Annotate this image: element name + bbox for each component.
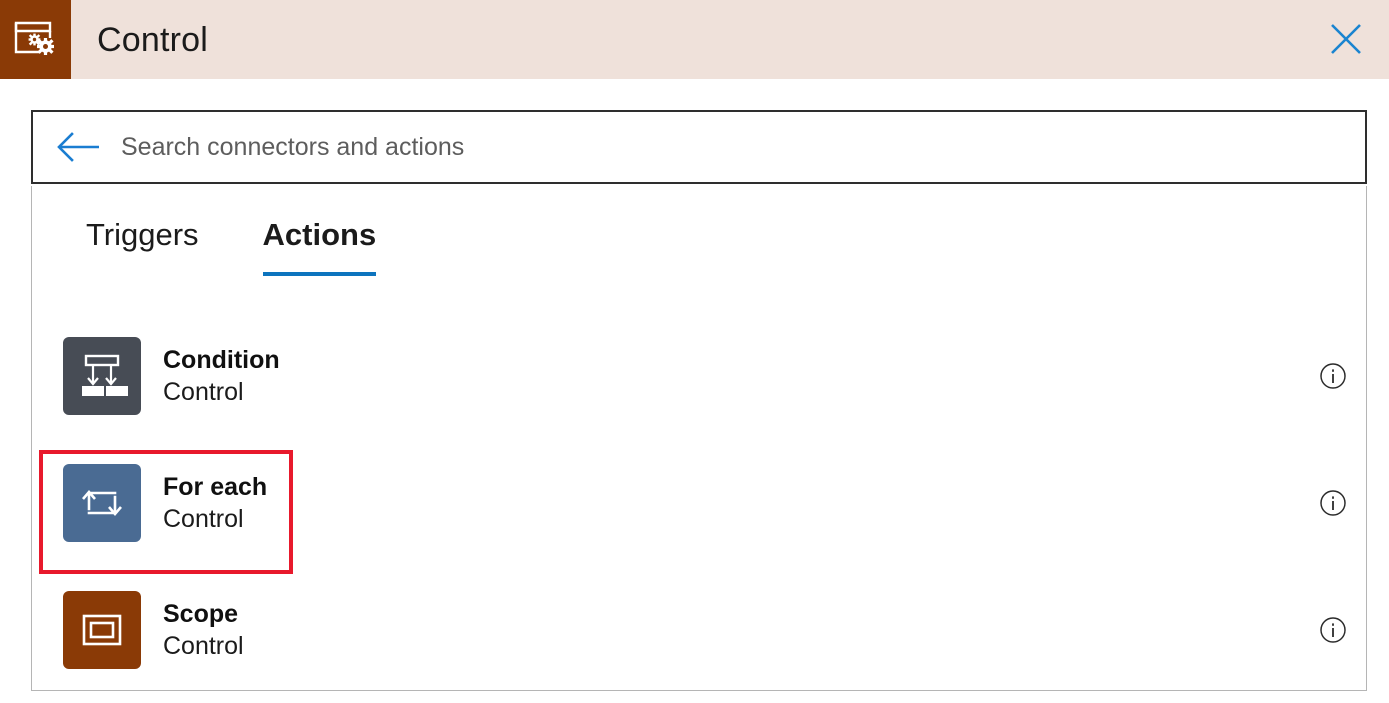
search-input[interactable] (121, 127, 1365, 167)
action-title: For each (163, 471, 267, 503)
action-subtitle: Control (163, 376, 280, 408)
info-icon[interactable] (1316, 613, 1350, 647)
action-text-condition: Condition Control (163, 344, 280, 408)
search-bar[interactable] (31, 110, 1367, 184)
for-each-loop-icon (63, 464, 141, 542)
close-icon[interactable] (1315, 8, 1377, 70)
info-icon[interactable] (1316, 359, 1350, 393)
action-row-scope[interactable]: Scope Control (32, 566, 1366, 691)
tab-actions[interactable]: Actions (263, 219, 377, 276)
control-connector-icon (0, 0, 71, 79)
condition-icon (63, 337, 141, 415)
action-text-for-each: For each Control (163, 471, 267, 535)
tab-actions-label: Actions (263, 217, 377, 252)
action-title: Scope (163, 598, 244, 630)
back-arrow-icon[interactable] (55, 131, 101, 163)
tab-triggers[interactable]: Triggers (86, 219, 199, 276)
connector-content-panel: Triggers Actions Condition (31, 186, 1367, 691)
tab-list: Triggers Actions (86, 219, 440, 276)
actions-list: Condition Control (32, 312, 1366, 691)
action-text-scope: Scope Control (163, 598, 244, 662)
dialog-header: Control (0, 0, 1389, 79)
action-subtitle: Control (163, 630, 244, 662)
scope-icon (63, 591, 141, 669)
tab-triggers-label: Triggers (86, 217, 199, 252)
action-row-condition[interactable]: Condition Control (32, 312, 1366, 439)
tab-active-indicator (263, 272, 377, 276)
page-title: Control (97, 23, 208, 57)
info-icon[interactable] (1316, 486, 1350, 520)
action-title: Condition (163, 344, 280, 376)
action-subtitle: Control (163, 503, 267, 535)
action-row-for-each[interactable]: For each Control (32, 439, 1366, 566)
